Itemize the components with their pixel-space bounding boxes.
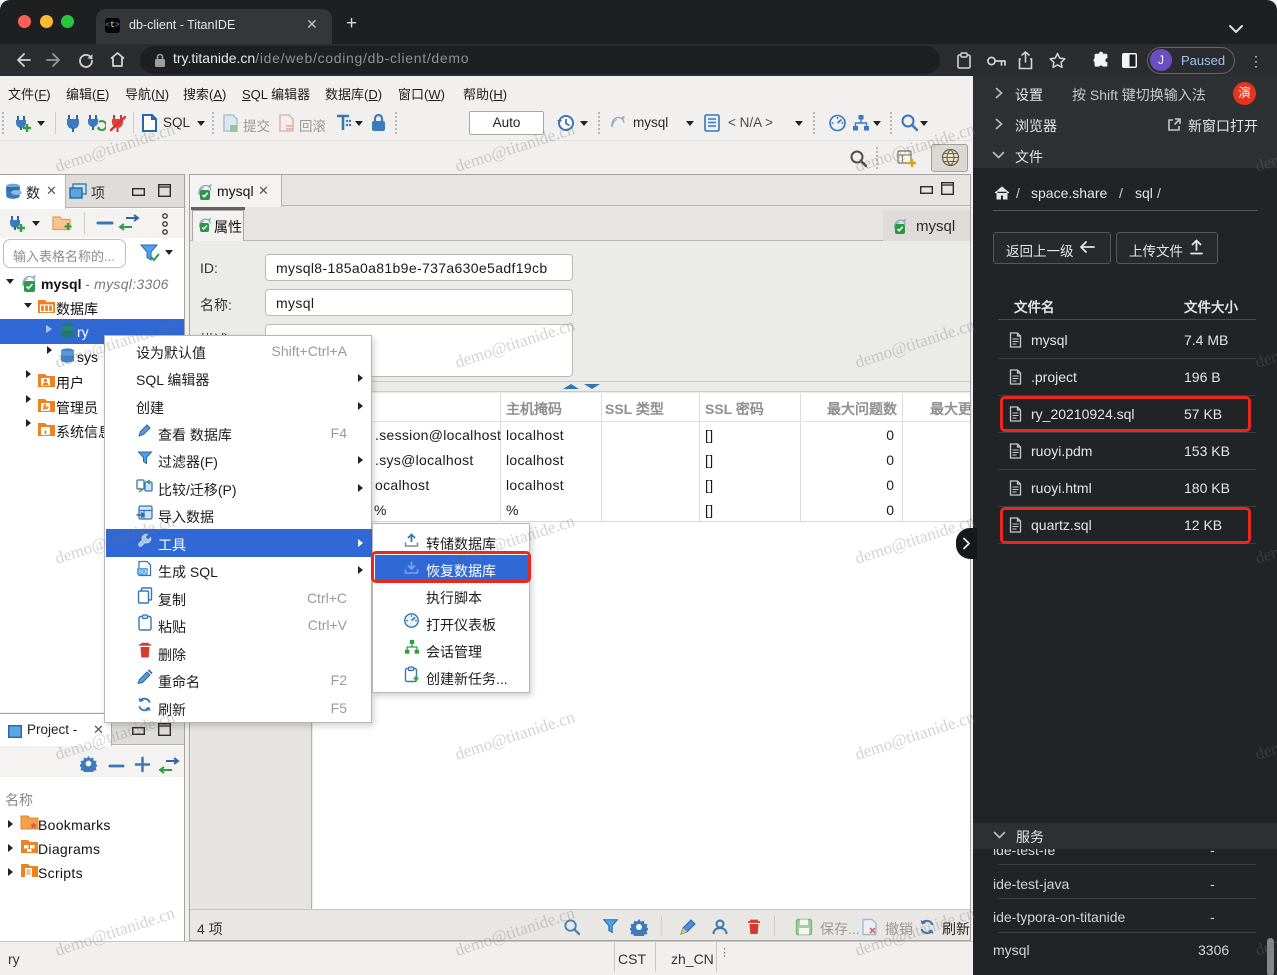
svg-text:SQL: SQL <box>138 570 149 576</box>
